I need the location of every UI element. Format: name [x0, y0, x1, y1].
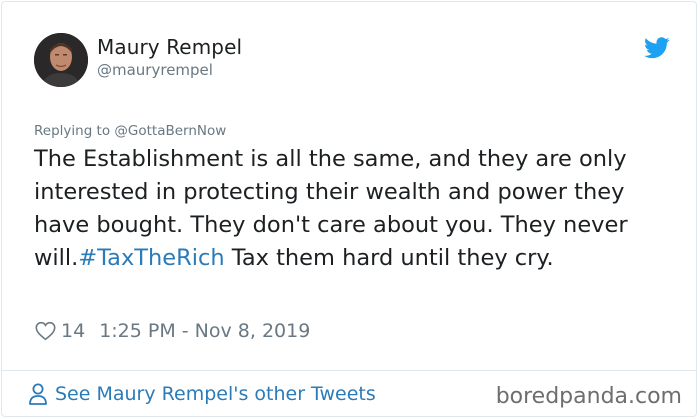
divider [2, 370, 696, 371]
tweet-meta: 14 1:25 PM - Nov 8, 2019 [35, 320, 310, 342]
like-count[interactable]: 14 [61, 320, 85, 342]
avatar[interactable] [34, 33, 88, 87]
see-other-tweets-label[interactable]: See Maury Rempel's other Tweets [55, 383, 376, 405]
display-name[interactable]: Maury Rempel [97, 35, 242, 59]
twitter-bird-icon[interactable] [644, 37, 670, 59]
tweet-text-tail: Tax them hard until they cry. [224, 245, 554, 271]
watermark: boredpanda.com [495, 384, 682, 409]
see-other-tweets-link[interactable]: See Maury Rempel's other Tweets [28, 383, 376, 405]
timestamp[interactable]: 1:25 PM - Nov 8, 2019 [99, 320, 310, 342]
hashtag-link[interactable]: #TaxTheRich [78, 245, 224, 271]
tweet-text: The Establishment is all the same, and t… [34, 143, 674, 275]
user-handle[interactable]: @mauryrempel [97, 61, 213, 79]
tweet-card: Maury Rempel @mauryrempel Replying to @G… [1, 1, 697, 417]
person-icon [29, 383, 47, 405]
replying-to[interactable]: Replying to @GottaBernNow [34, 123, 226, 139]
heart-icon[interactable] [35, 321, 56, 341]
